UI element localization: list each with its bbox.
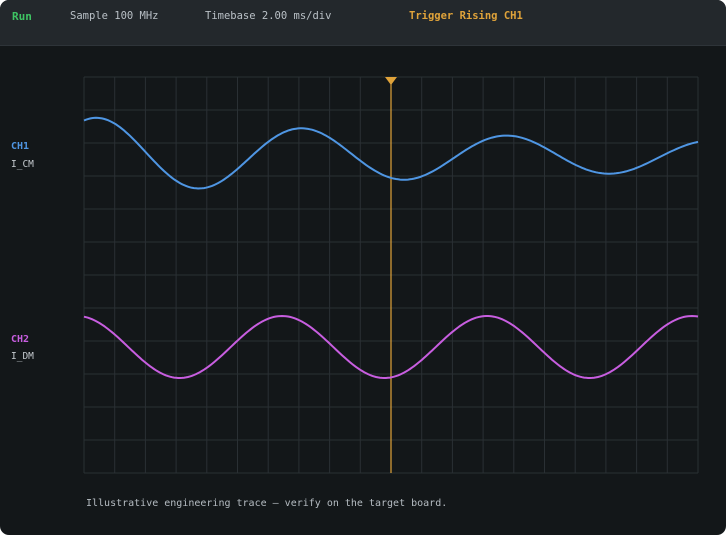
ch1-label[interactable]: CH1 [11,141,29,152]
ch2-signal-name: I_DM [11,351,34,362]
ch2-label[interactable]: CH2 [11,334,29,345]
trigger-marker-icon[interactable] [385,77,397,85]
scope-display [83,76,699,474]
ch1-signal-name: I_CM [11,159,34,170]
footnote: Illustrative engineering trace — verify … [86,498,448,509]
oscilloscope-window: Run Sample 100 MHz Timebase 2.00 ms/div … [0,0,726,535]
